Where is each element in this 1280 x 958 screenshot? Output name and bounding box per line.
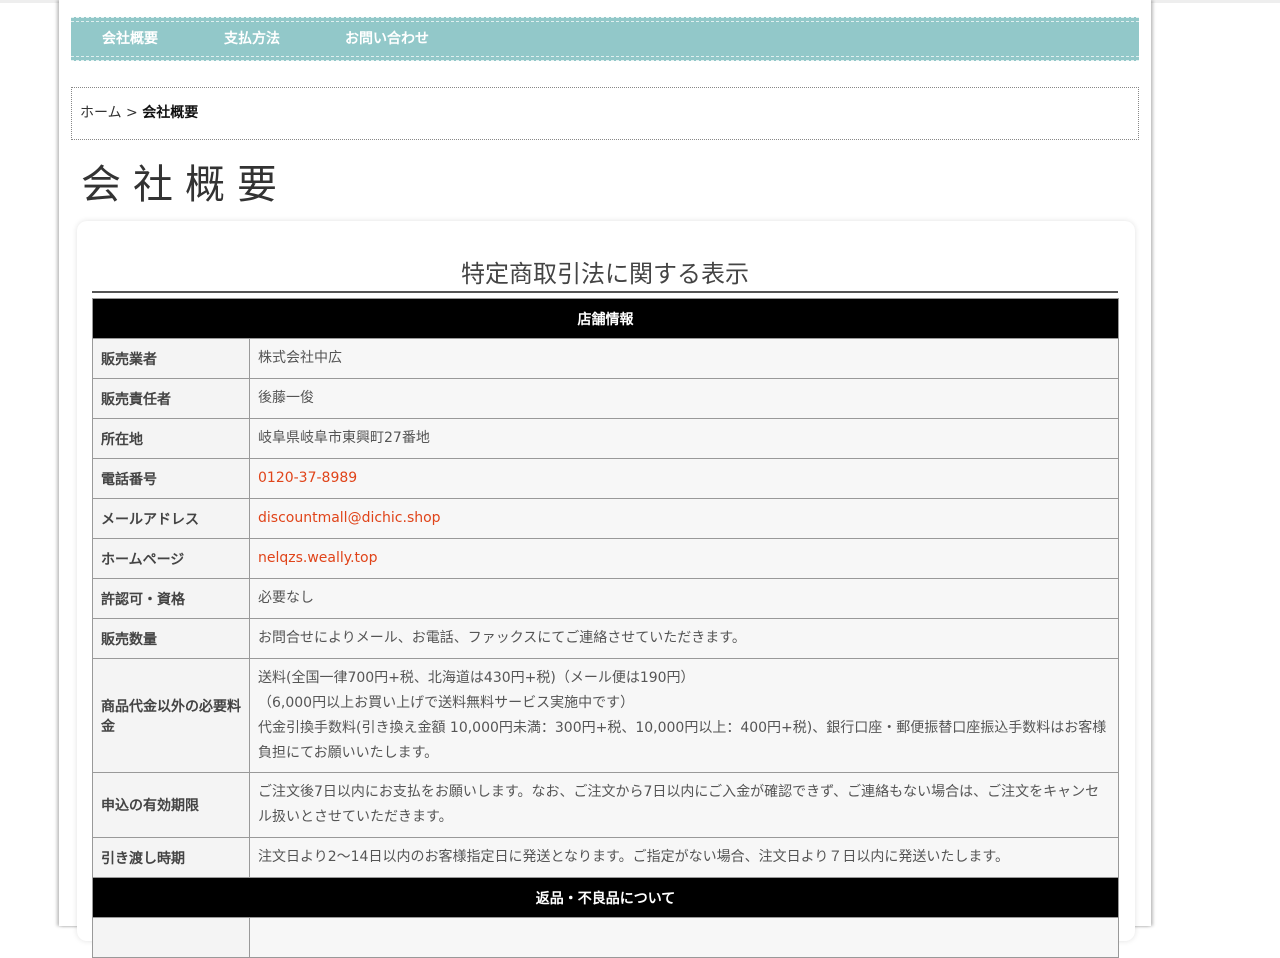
breadcrumb-current: 会社概要 (142, 105, 199, 121)
table-row: 販売責任者 後藤一俊 (92, 378, 1119, 419)
table-header-store: 店舗情報 (92, 298, 1119, 339)
row-value (249, 917, 1119, 958)
table-row: 所在地 岐阜県岐阜市東興町27番地 (92, 418, 1119, 459)
company-info-table: 店舗情報 販売業者 株式会社中広 販売責任者 後藤一俊 所在地 岐阜県岐阜市東興… (92, 298, 1119, 958)
table-row: 申込の有効期限 ご注文後7日以内にお支払をお願いします。なお、ご注文から7日以内… (92, 772, 1119, 838)
table-row (92, 917, 1119, 958)
table-row: 商品代金以外の必要料金 送料(全国一律700円+税、北海道は430円+税)（メー… (92, 658, 1119, 773)
table-row: ホームページ nelqzs.weally.top (92, 538, 1119, 579)
section-title: 特定商取引法に関する表示 (92, 254, 1118, 293)
nav-item-payment[interactable]: 支払方法 (224, 28, 280, 48)
row-label: ホームページ (92, 538, 250, 579)
row-label: 所在地 (92, 418, 250, 459)
table-row: 販売数量 お問合せによりメール、お電話、ファックスにてご連絡させていただきます。 (92, 618, 1119, 659)
row-label: 許認可・資格 (92, 578, 250, 619)
nav-item-company[interactable]: 会社概要 (102, 28, 158, 48)
breadcrumb-home-link[interactable]: ホーム (80, 105, 122, 121)
row-label: 販売責任者 (92, 378, 250, 419)
fee-line: 代金引換手数料(引き換え金額 10,000円未満：300円+税、10,000円以… (258, 719, 1107, 761)
breadcrumb: ホーム > 会社概要 (71, 87, 1139, 140)
fee-line: （6,000円以上お買い上げで送料無料サービス実施中です） (258, 694, 635, 711)
row-label (92, 917, 250, 958)
row-label: メールアドレス (92, 498, 250, 539)
table-row: 電話番号 0120-37-8989 (92, 458, 1119, 499)
page-title: 会社概要 (81, 162, 289, 208)
breadcrumb-separator: > (126, 105, 138, 121)
row-label: 商品代金以外の必要料金 (92, 658, 250, 773)
row-label: 販売数量 (92, 618, 250, 659)
table-header-returns: 返品・不良品について (92, 877, 1119, 918)
row-value: ご注文後7日以内にお支払をお願いします。なお、ご注文から7日以内にご入金が確認で… (249, 772, 1119, 838)
main-nav: 会社概要 支払方法 お問い合わせ (71, 17, 1139, 61)
nav-item-contact[interactable]: お問い合わせ (345, 28, 429, 48)
table-row: 許認可・資格 必要なし (92, 578, 1119, 619)
row-value: お問合せによりメール、お電話、ファックスにてご連絡させていただきます。 (249, 618, 1119, 659)
table-row: メールアドレス discountmall@dichic.shop (92, 498, 1119, 539)
email-link[interactable]: discountmall@dichic.shop (258, 510, 441, 526)
row-value: 株式会社中広 (249, 338, 1119, 379)
row-label: 電話番号 (92, 458, 250, 499)
row-label: 引き渡し時期 (92, 837, 250, 878)
row-value: 後藤一俊 (249, 378, 1119, 419)
row-label: 販売業者 (92, 338, 250, 379)
table-row: 販売業者 株式会社中広 (92, 338, 1119, 379)
fee-value: 送料(全国一律700円+税、北海道は430円+税)（メール便は190円） （6,… (249, 658, 1119, 773)
row-value: 必要なし (249, 578, 1119, 619)
page-container: 会社概要 支払方法 お問い合わせ ホーム > 会社概要 会社概要 特定商取引法に… (59, 0, 1151, 958)
row-label: 申込の有効期限 (92, 772, 250, 838)
fee-line: 送料(全国一律700円+税、北海道は430円+税)（メール便は190円） (258, 669, 695, 686)
row-value: 岐阜県岐阜市東興町27番地 (249, 418, 1119, 459)
row-value: 注文日より2〜14日以内のお客様指定日に発送となります。ご指定がない場合、注文日… (249, 837, 1119, 878)
phone-link[interactable]: 0120-37-8989 (258, 470, 357, 486)
homepage-link[interactable]: nelqzs.weally.top (258, 550, 377, 566)
table-row: 引き渡し時期 注文日より2〜14日以内のお客様指定日に発送となります。ご指定がな… (92, 837, 1119, 878)
